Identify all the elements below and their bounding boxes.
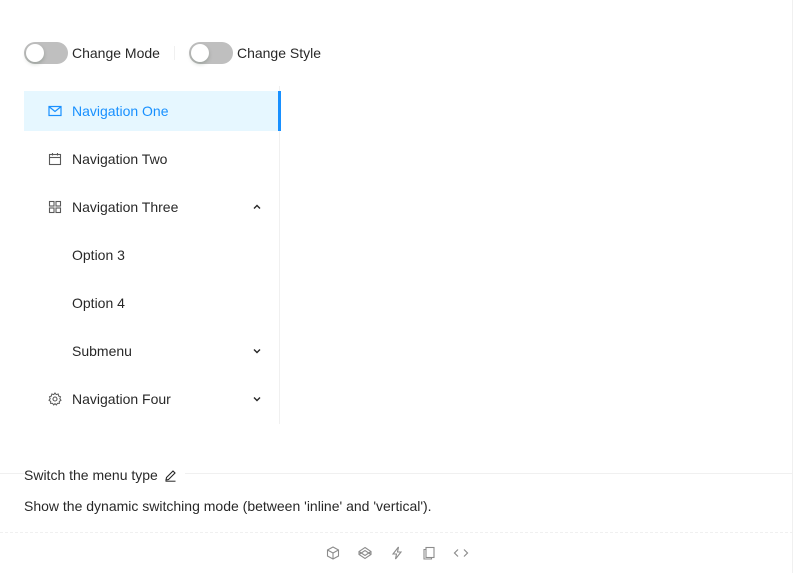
description-title-text: Switch the menu type bbox=[24, 467, 158, 483]
copy-icon[interactable] bbox=[421, 545, 437, 561]
submenu-navigation-four[interactable]: Navigation Four bbox=[24, 379, 280, 419]
switch-knob bbox=[190, 44, 209, 62]
menu-item-label: Navigation Four bbox=[72, 391, 171, 407]
actions-divider bbox=[0, 532, 793, 533]
description-text: Show the dynamic switching mode (between… bbox=[24, 498, 432, 514]
change-style-label: Change Style bbox=[236, 45, 322, 61]
menu-item-option-3[interactable]: Option 3 bbox=[24, 235, 280, 275]
submenu-submenu[interactable]: Submenu bbox=[24, 331, 280, 371]
controls-divider bbox=[173, 46, 175, 60]
menu-item-label: Navigation One bbox=[72, 103, 169, 119]
menu-item-option-4[interactable]: Option 4 bbox=[24, 283, 280, 323]
chevron-down-icon bbox=[252, 394, 262, 404]
menu-item-label: Option 4 bbox=[72, 295, 125, 311]
appstore-icon bbox=[48, 200, 62, 214]
change-style-switch[interactable] bbox=[188, 42, 233, 64]
submenu-navigation-three[interactable]: Navigation Three bbox=[24, 187, 280, 227]
thunderbolt-icon[interactable] bbox=[389, 545, 405, 561]
menu-item-label: Option 3 bbox=[72, 247, 125, 263]
navigation-menu: Navigation One Navigation Two Navigation… bbox=[24, 86, 281, 424]
change-mode-switch[interactable] bbox=[24, 42, 68, 64]
setting-icon bbox=[48, 392, 62, 406]
menu-item-navigation-one[interactable]: Navigation One bbox=[24, 91, 281, 131]
codepen-icon[interactable] bbox=[357, 545, 373, 561]
chevron-down-icon bbox=[252, 346, 262, 356]
change-mode-label: Change Mode bbox=[72, 45, 160, 61]
edit-icon[interactable] bbox=[164, 469, 177, 482]
switch-knob bbox=[26, 44, 44, 62]
code-box-actions bbox=[0, 544, 793, 562]
mail-icon bbox=[48, 104, 62, 118]
menu-item-label: Navigation Three bbox=[72, 199, 179, 215]
controls-bar: Change Mode Change Style bbox=[24, 42, 321, 64]
menu-item-label: Submenu bbox=[72, 343, 132, 359]
description-title: Switch the menu type bbox=[24, 466, 185, 484]
calendar-icon bbox=[48, 152, 62, 166]
chevron-up-icon bbox=[252, 202, 262, 212]
codesandbox-icon[interactable] bbox=[325, 545, 341, 561]
menu-item-navigation-two[interactable]: Navigation Two bbox=[24, 139, 280, 179]
code-icon[interactable] bbox=[453, 545, 469, 561]
code-box: Change Mode Change Style Navigation One … bbox=[0, 0, 793, 573]
menu-item-label: Navigation Two bbox=[72, 151, 168, 167]
